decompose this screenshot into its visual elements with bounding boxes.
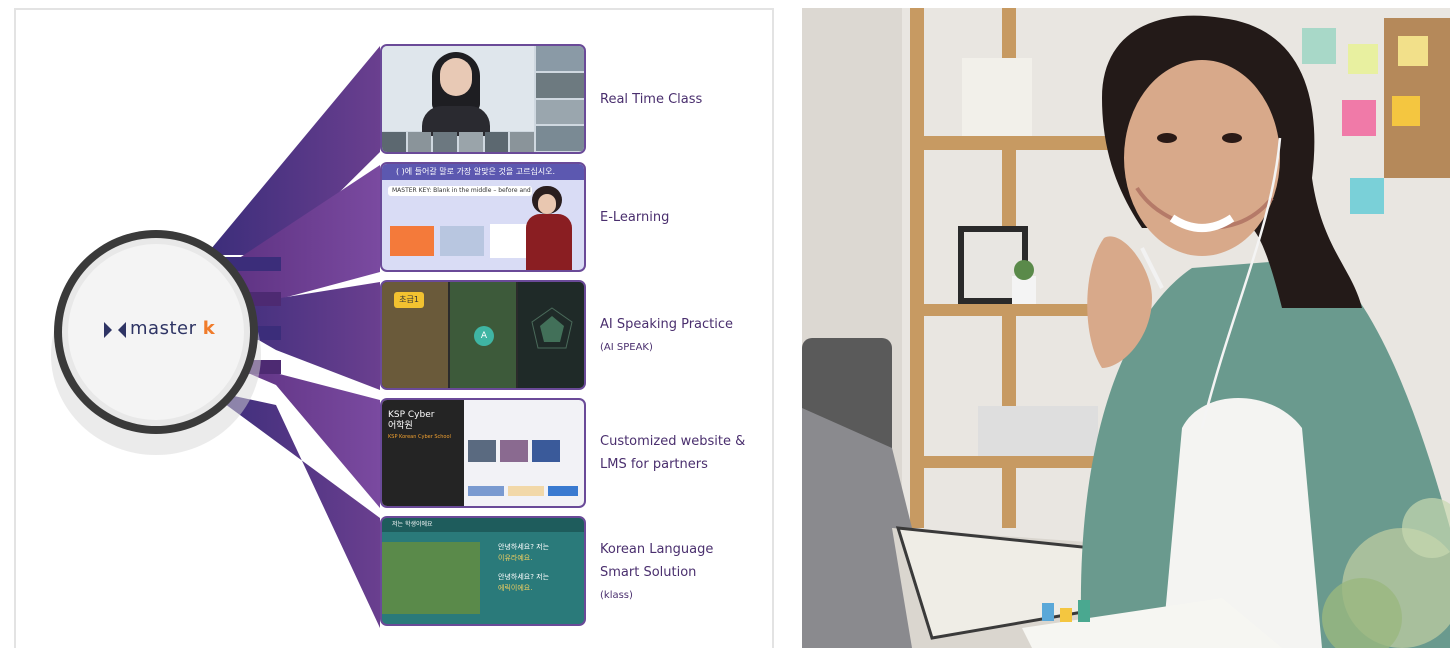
ksp-title: KSP Cyber 어학원 KSP Korean Cyber School [388,410,451,440]
feature-customized-website: Customized website & LMS for partners [600,434,746,472]
thumb-e-learning: ( )에 들어갈 말로 가장 알맞은 것을 고르십시오. MASTER KEY:… [380,162,586,272]
feature-klass: Korean Language Smart Solution (klass) [600,542,714,601]
thumb-customized-website: KSP Cyber 어학원 KSP Korean Cyber School [380,398,586,508]
klass-header: 저는 학생이에요 [382,518,584,532]
logo-badge: master k [51,230,261,455]
feature-ai-speaking: AI Speaking Practice (AI SPEAK) [600,317,734,353]
woman-with-earphones-image [802,8,1450,648]
thumb-ai-speak: 초급1 A [380,280,586,390]
student-photo [802,8,1450,648]
elearning-key: MASTER KEY: Blank in the middle – before… [388,186,532,196]
ai-level-badge: 초급1 [394,292,424,308]
feature-e-learning: E-Learning [600,210,670,225]
logo-mark-icon [104,322,126,342]
infographic-panel: master k ( )에 들어갈 말로 가장 알맞은 것을 고르십시오. MA… [14,8,774,648]
feature-real-time-class: Real Time Class [600,92,703,107]
thumb-real-time-class [380,44,586,154]
thumb-klass: 저는 학생이에요 안녕하세요? 저는 이유라예요. 안녕하세요? 저는 에릭이에… [380,516,586,626]
elearning-banner: ( )에 들어갈 말로 가장 알맞은 것을 고르십시오. [382,164,584,180]
logo-text: master k [130,318,216,339]
ai-record-button: A [474,326,494,346]
radar-chart-icon [531,307,573,349]
